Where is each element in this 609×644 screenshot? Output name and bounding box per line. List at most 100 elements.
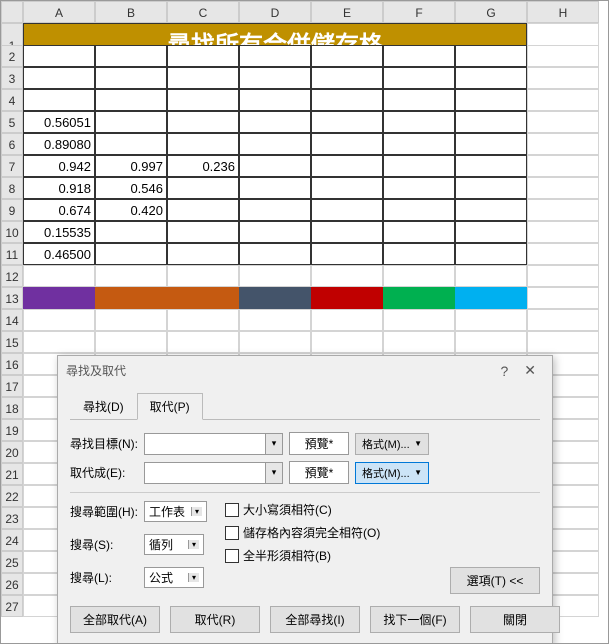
row-header-21[interactable]: 21 — [1, 463, 23, 485]
row-header-9[interactable]: 9 — [1, 199, 23, 221]
cell-A3[interactable] — [23, 67, 95, 89]
cell-H10[interactable] — [527, 221, 599, 243]
options-button[interactable]: 選項(T) << — [450, 567, 540, 594]
within-select[interactable]: 工作表▾ — [144, 501, 207, 522]
match-entire-checkbox[interactable]: 儲存格內容須完全相符(O) — [225, 524, 380, 541]
tab-find[interactable]: 尋找(D) — [70, 393, 137, 420]
cell-D5[interactable] — [239, 111, 311, 133]
cell-A15[interactable] — [23, 331, 95, 353]
cell-C5[interactable] — [167, 111, 239, 133]
cell-D14[interactable] — [239, 309, 311, 331]
col-header-D[interactable]: D — [239, 1, 311, 23]
cell-E10[interactable] — [311, 221, 383, 243]
dialog-help-button[interactable]: ? — [492, 363, 516, 379]
cell-B10[interactable] — [95, 221, 167, 243]
cell-H9[interactable] — [527, 199, 599, 221]
row-header-11[interactable]: 11 — [1, 243, 23, 265]
cell-C8[interactable] — [167, 177, 239, 199]
cell-F8[interactable] — [383, 177, 455, 199]
row-header-18[interactable]: 18 — [1, 397, 23, 419]
cell-A11[interactable]: 0.46500 — [23, 243, 95, 265]
color-bar-cell[interactable] — [239, 287, 311, 309]
cell-C10[interactable] — [167, 221, 239, 243]
color-bar-cell[interactable] — [167, 287, 239, 309]
lookin-select[interactable]: 公式▾ — [144, 567, 204, 588]
cell-E3[interactable] — [311, 67, 383, 89]
cell-B8[interactable]: 0.546 — [95, 177, 167, 199]
cell-G9[interactable] — [455, 199, 527, 221]
color-bar-cell[interactable] — [311, 287, 383, 309]
col-header-C[interactable]: C — [167, 1, 239, 23]
cell-H6[interactable] — [527, 133, 599, 155]
cell-G6[interactable] — [455, 133, 527, 155]
cell-F6[interactable] — [383, 133, 455, 155]
cell-G11[interactable] — [455, 243, 527, 265]
row-header-5[interactable]: 5 — [1, 111, 23, 133]
cell-G12[interactable] — [455, 265, 527, 287]
cell-F15[interactable] — [383, 331, 455, 353]
cell-B9[interactable]: 0.420 — [95, 199, 167, 221]
cell-A14[interactable] — [23, 309, 95, 331]
row-header-4[interactable]: 4 — [1, 89, 23, 111]
row-header-15[interactable]: 15 — [1, 331, 23, 353]
cell-A2[interactable] — [23, 45, 95, 67]
match-byte-checkbox[interactable]: 全半形須相符(B) — [225, 547, 380, 564]
cell-C2[interactable] — [167, 45, 239, 67]
cell-H7[interactable] — [527, 155, 599, 177]
find-format-button[interactable]: 格式(M)...▼ — [355, 433, 429, 455]
cell-A8[interactable]: 0.918 — [23, 177, 95, 199]
col-header-A[interactable]: A — [23, 1, 95, 23]
cell-G7[interactable] — [455, 155, 527, 177]
cell-H13[interactable] — [527, 287, 599, 309]
row-header-13[interactable]: 13 — [1, 287, 23, 309]
row-header-2[interactable]: 2 — [1, 45, 23, 67]
find-what-input[interactable]: ▾ — [144, 433, 283, 455]
cell-F12[interactable] — [383, 265, 455, 287]
cell-G4[interactable] — [455, 89, 527, 111]
cell-C7[interactable]: 0.236 — [167, 155, 239, 177]
cell-E15[interactable] — [311, 331, 383, 353]
cell-C3[interactable] — [167, 67, 239, 89]
col-header-F[interactable]: F — [383, 1, 455, 23]
dialog-titlebar[interactable]: 尋找及取代 ? ✕ — [58, 356, 552, 385]
row-header-24[interactable]: 24 — [1, 529, 23, 551]
row-header-3[interactable]: 3 — [1, 67, 23, 89]
row-header-8[interactable]: 8 — [1, 177, 23, 199]
cell-G2[interactable] — [455, 45, 527, 67]
row-header-6[interactable]: 6 — [1, 133, 23, 155]
row-header-26[interactable]: 26 — [1, 573, 23, 595]
cell-D11[interactable] — [239, 243, 311, 265]
cell-F2[interactable] — [383, 45, 455, 67]
row-header-22[interactable]: 22 — [1, 485, 23, 507]
cell-B3[interactable] — [95, 67, 167, 89]
cell-D9[interactable] — [239, 199, 311, 221]
cell-B12[interactable] — [95, 265, 167, 287]
col-header-B[interactable]: B — [95, 1, 167, 23]
cell-A4[interactable] — [23, 89, 95, 111]
cell-B11[interactable] — [95, 243, 167, 265]
row-header-23[interactable]: 23 — [1, 507, 23, 529]
find-next-button[interactable]: 找下一個(F) — [370, 606, 460, 633]
cell-H5[interactable] — [527, 111, 599, 133]
cell-H8[interactable] — [527, 177, 599, 199]
cell-B7[interactable]: 0.997 — [95, 155, 167, 177]
cell-D6[interactable] — [239, 133, 311, 155]
color-bar-cell[interactable] — [383, 287, 455, 309]
color-bar-cell[interactable] — [95, 287, 167, 309]
replace-button[interactable]: 取代(R) — [170, 606, 260, 633]
cell-B5[interactable] — [95, 111, 167, 133]
row-header-16[interactable]: 16 — [1, 353, 23, 375]
color-bar-cell[interactable] — [455, 287, 527, 309]
find-all-button[interactable]: 全部尋找(I) — [270, 606, 360, 633]
cell-H2[interactable] — [527, 45, 599, 67]
cell-E2[interactable] — [311, 45, 383, 67]
cell-F14[interactable] — [383, 309, 455, 331]
cell-C11[interactable] — [167, 243, 239, 265]
cell-F4[interactable] — [383, 89, 455, 111]
cell-A12[interactable] — [23, 265, 95, 287]
tab-replace[interactable]: 取代(P) — [137, 393, 203, 420]
cell-E6[interactable] — [311, 133, 383, 155]
row-header-19[interactable]: 19 — [1, 419, 23, 441]
cell-H11[interactable] — [527, 243, 599, 265]
row-header-17[interactable]: 17 — [1, 375, 23, 397]
